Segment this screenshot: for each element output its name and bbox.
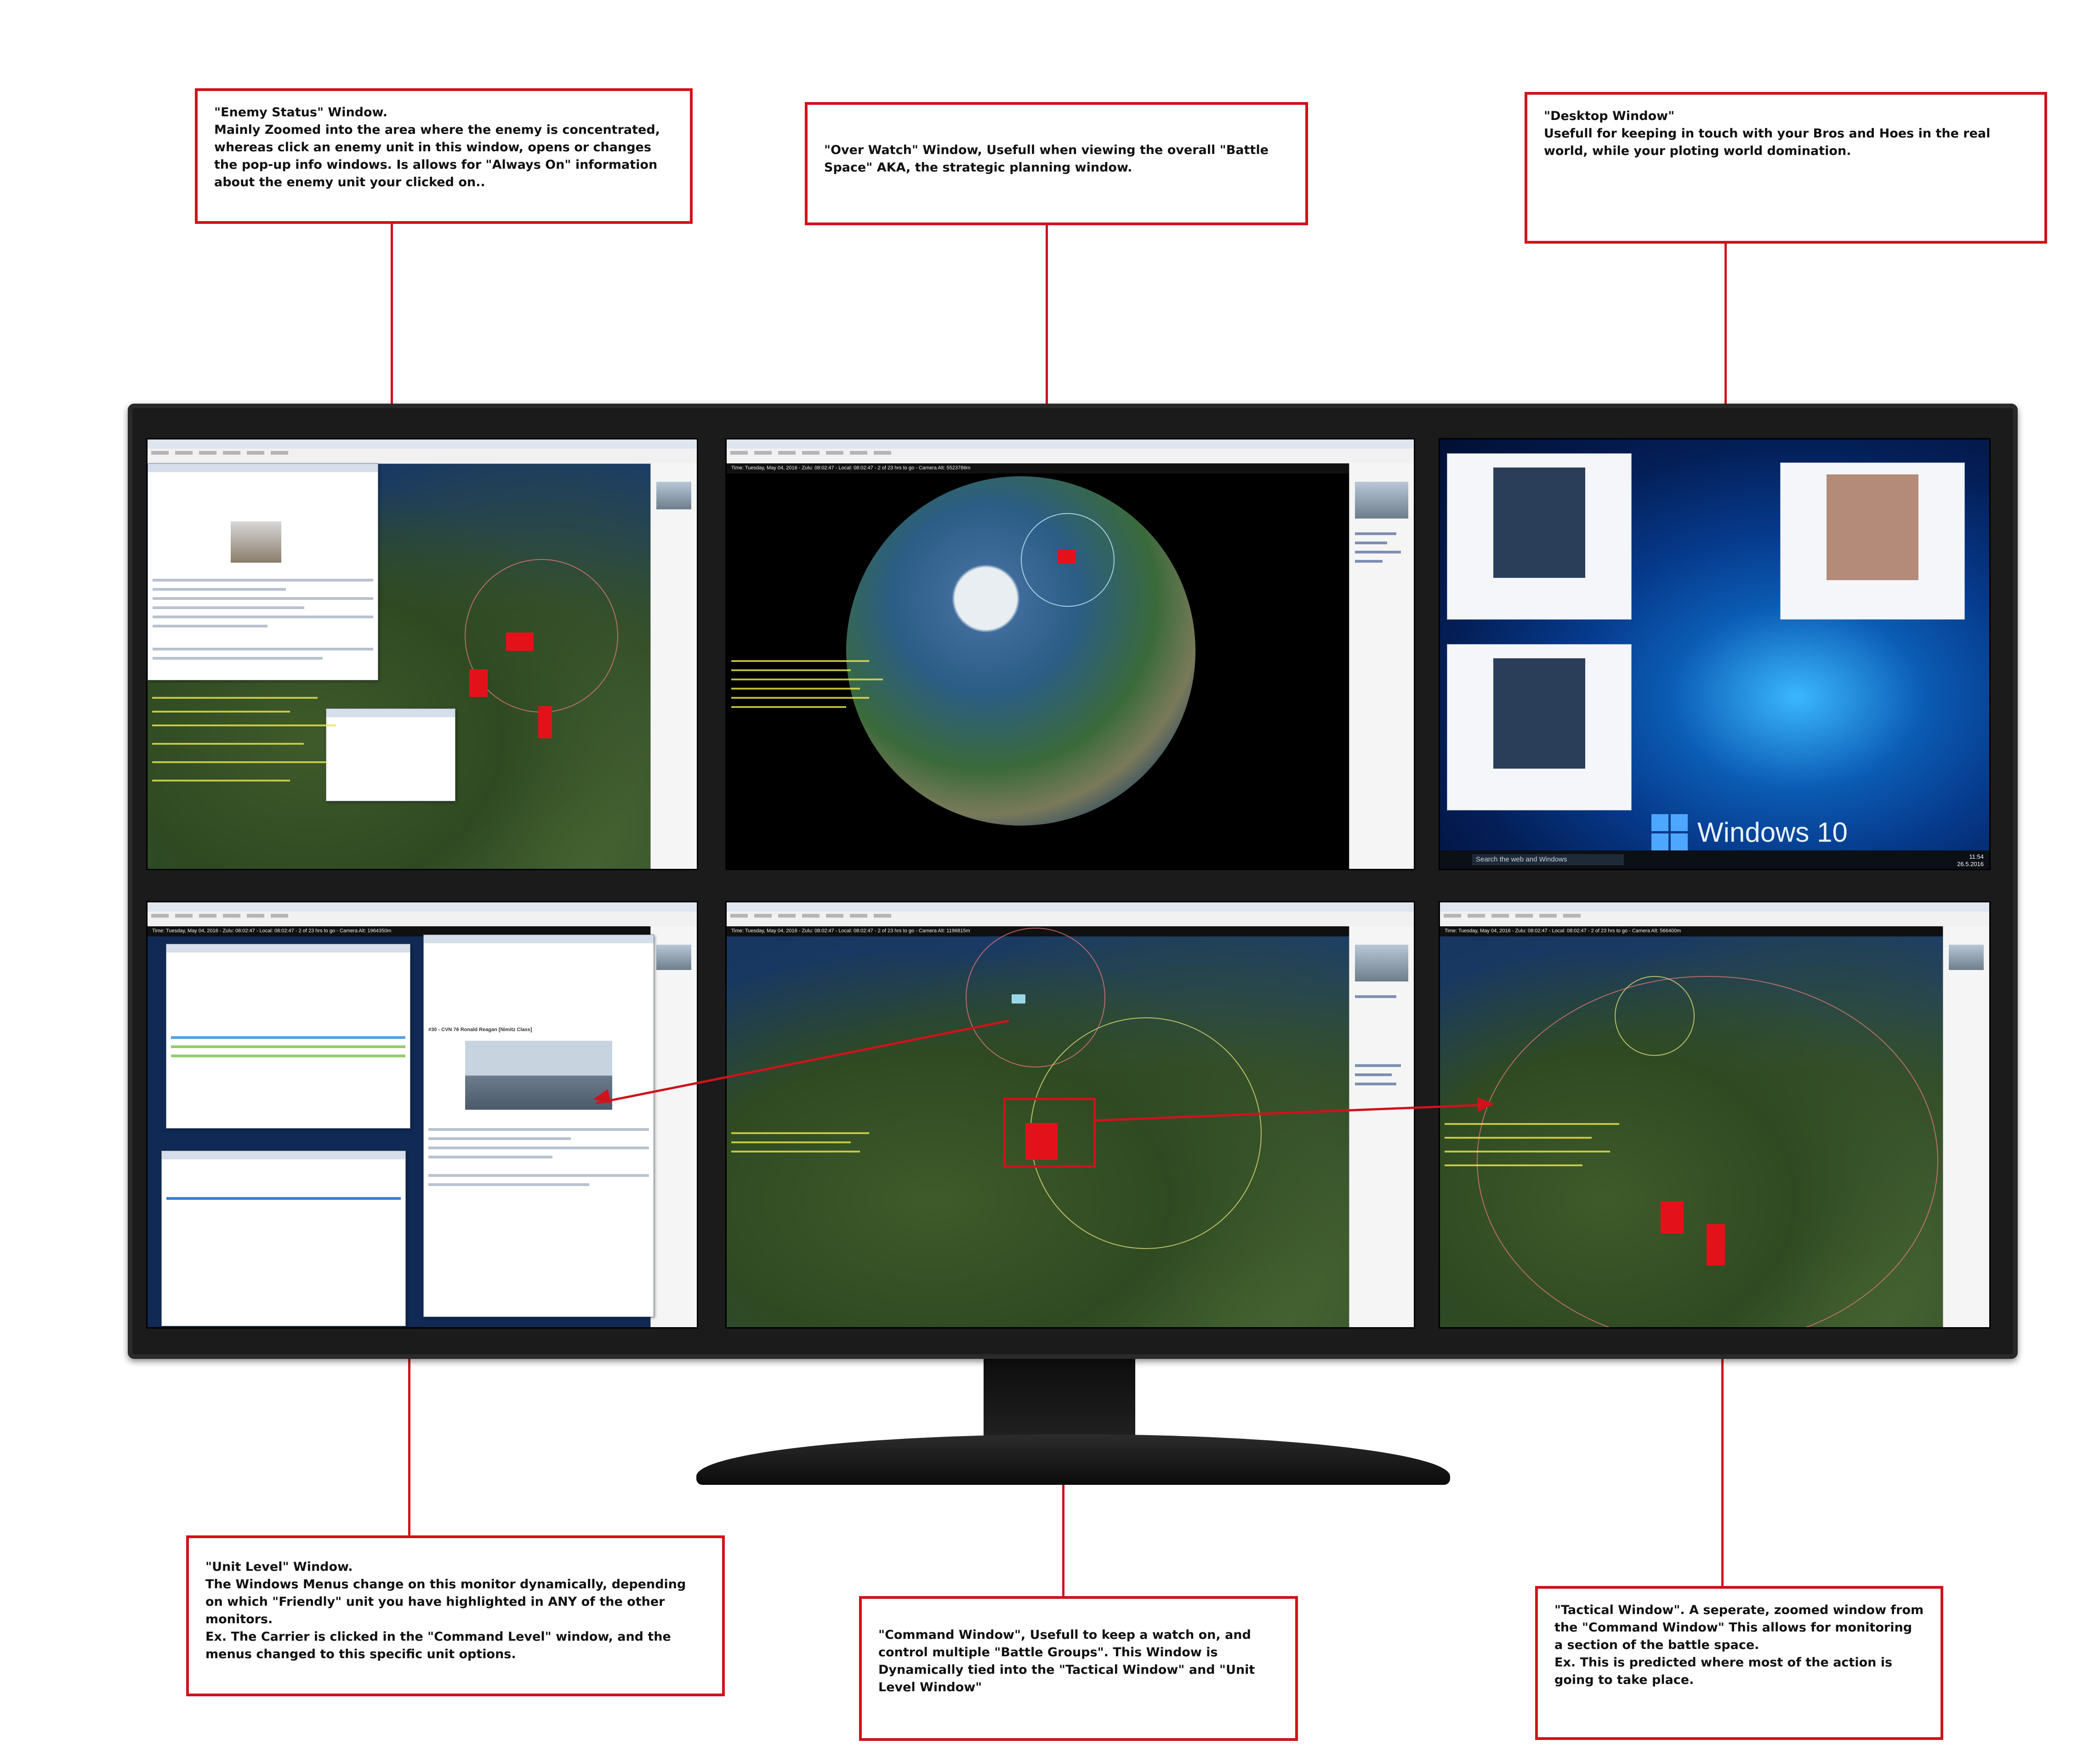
unit-side-panel[interactable] (650, 463, 697, 869)
callout-unit-level-title: "Unit Level" Window. (205, 1560, 353, 1574)
carrier-group-marker[interactable] (1012, 994, 1025, 1004)
popup-header (166, 944, 410, 952)
popup-header (162, 1151, 405, 1159)
unit-thumbnail (1949, 945, 1984, 970)
windows-10-label: Windows 10 (1697, 817, 1848, 848)
menu-bar[interactable] (1440, 912, 1989, 927)
callout-enemy-status: "Enemy Status" Window. Mainly Zoomed int… (195, 88, 693, 224)
battle-area-marker[interactable] (1058, 550, 1076, 564)
unit-photo (231, 521, 281, 563)
carrier-thumbnail (1355, 945, 1408, 981)
screen-tactical[interactable]: Time: Tuesday, May 04, 2016 - Zulu: 08:0… (1439, 901, 1991, 1329)
enemy-units[interactable] (1661, 1201, 1684, 1233)
menu-bar[interactable] (148, 449, 697, 464)
group-list-window[interactable] (166, 944, 410, 1129)
enemy-units[interactable] (506, 633, 534, 651)
window-title-bar (148, 439, 697, 449)
taskbar-clock: 11:54 26.5.2016 (1957, 853, 1984, 868)
magazines-window[interactable] (161, 1151, 406, 1326)
leader-desktop (1724, 244, 1727, 415)
menu-bar[interactable] (727, 449, 1414, 464)
popup-header (424, 935, 654, 943)
taskbar-search-input[interactable]: Search the web and Windows (1472, 854, 1624, 865)
callout-command-body: "Command Window", Usefull to keep a watc… (878, 1628, 1255, 1694)
unit-side-panel[interactable] (650, 926, 697, 1327)
unit-popup-title: #30 - CVN 76 Ronald Reagan [Nimitz Class… (428, 1027, 532, 1032)
menu-bar[interactable] (727, 912, 1414, 927)
unit-thumbnail (1355, 482, 1408, 519)
clock-date: 26.5.2016 (1957, 861, 1984, 867)
video-call-window-3[interactable] (1447, 644, 1632, 810)
monitor-stand-base (696, 1434, 1450, 1485)
window-title-bar (727, 439, 1414, 449)
callout-command: "Command Window", Usefull to keep a watc… (859, 1596, 1298, 1741)
callout-tactical-title: "Tactical Window". A seperate, zoomed wi… (1554, 1603, 1924, 1652)
video-call-window-1[interactable] (1447, 453, 1632, 620)
video-call-window-2[interactable] (1780, 462, 1965, 620)
carrier-photo (465, 1041, 612, 1110)
callout-unit-level-body: The Windows Menus change on this monitor… (205, 1577, 686, 1661)
arrow-head-left (592, 1089, 611, 1107)
leader-over-watch (1046, 225, 1048, 415)
screen-over-watch[interactable]: Time: Tuesday, May 04, 2016 - Zulu: 08:0… (725, 438, 1415, 870)
enemy-info-popup[interactable] (148, 463, 378, 680)
screen-desktop[interactable]: Windows 10 Search the web and Windows 11… (1439, 438, 1991, 870)
time-status-bar: Time: Tuesday, May 04, 2016 - Zulu: 08:0… (1440, 926, 1943, 936)
callout-over-watch-body: "Over Watch" Window, Usefull when viewin… (824, 143, 1269, 175)
carrier-thumbnail (656, 945, 691, 970)
callout-over-watch: "Over Watch" Window, Usefull when viewin… (805, 102, 1308, 225)
callout-desktop-title: "Desktop Window" (1544, 109, 1675, 123)
screen-enemy-status[interactable] (146, 438, 698, 870)
windows-logo-icon (1651, 814, 1688, 851)
selected-carrier-highlight (1003, 1098, 1096, 1168)
callout-tactical-body: Ex. This is predicted where most of the … (1554, 1655, 1893, 1687)
unit-thumbnail (656, 482, 691, 509)
unit-side-panel[interactable] (1349, 926, 1414, 1327)
taskbar[interactable]: Search the web and Windows 11:54 26.5.20… (1440, 850, 1989, 869)
unit-info-popup[interactable]: #30 - CVN 76 Ronald Reagan [Nimitz Class… (423, 935, 654, 1317)
popup-header (326, 709, 455, 717)
clock-time: 11:54 (1969, 853, 1984, 860)
callout-desktop: "Desktop Window" Usefull for keeping in … (1525, 92, 2047, 244)
popup-header (148, 464, 378, 472)
unit-side-panel[interactable] (1349, 463, 1414, 869)
earth-globe-view[interactable] (846, 476, 1195, 826)
video-feed (1827, 474, 1918, 580)
arrow-head-right (1477, 1096, 1495, 1112)
callout-tactical: "Tactical Window". A seperate, zoomed wi… (1535, 1586, 1943, 1740)
callout-enemy-status-body: Mainly Zoomed into the area where the en… (214, 123, 660, 189)
leader-unit-level (408, 1347, 410, 1535)
menu-bar[interactable] (148, 912, 697, 927)
unit-side-panel[interactable] (1943, 926, 1989, 1327)
small-info-popup[interactable] (326, 708, 455, 801)
callout-enemy-status-title: "Enemy Status" Window. (214, 105, 388, 120)
time-status-bar: Time: Tuesday, May 04, 2016 - Zulu: 08:0… (727, 463, 1349, 473)
video-feed (1493, 658, 1585, 769)
callout-unit-level: "Unit Level" Window. The Windows Menus c… (186, 1535, 725, 1696)
window-title-bar (727, 902, 1414, 912)
leader-tactical (1721, 1347, 1724, 1586)
leader-enemy-status (391, 224, 393, 415)
screen-unit-level[interactable]: Time: Tuesday, May 04, 2016 - Zulu: 08:0… (146, 901, 698, 1329)
callout-desktop-body: Usefull for keeping in touch with your B… (1544, 126, 1991, 158)
window-title-bar (1440, 902, 1989, 912)
video-feed (1493, 468, 1585, 578)
window-title-bar (148, 902, 697, 912)
